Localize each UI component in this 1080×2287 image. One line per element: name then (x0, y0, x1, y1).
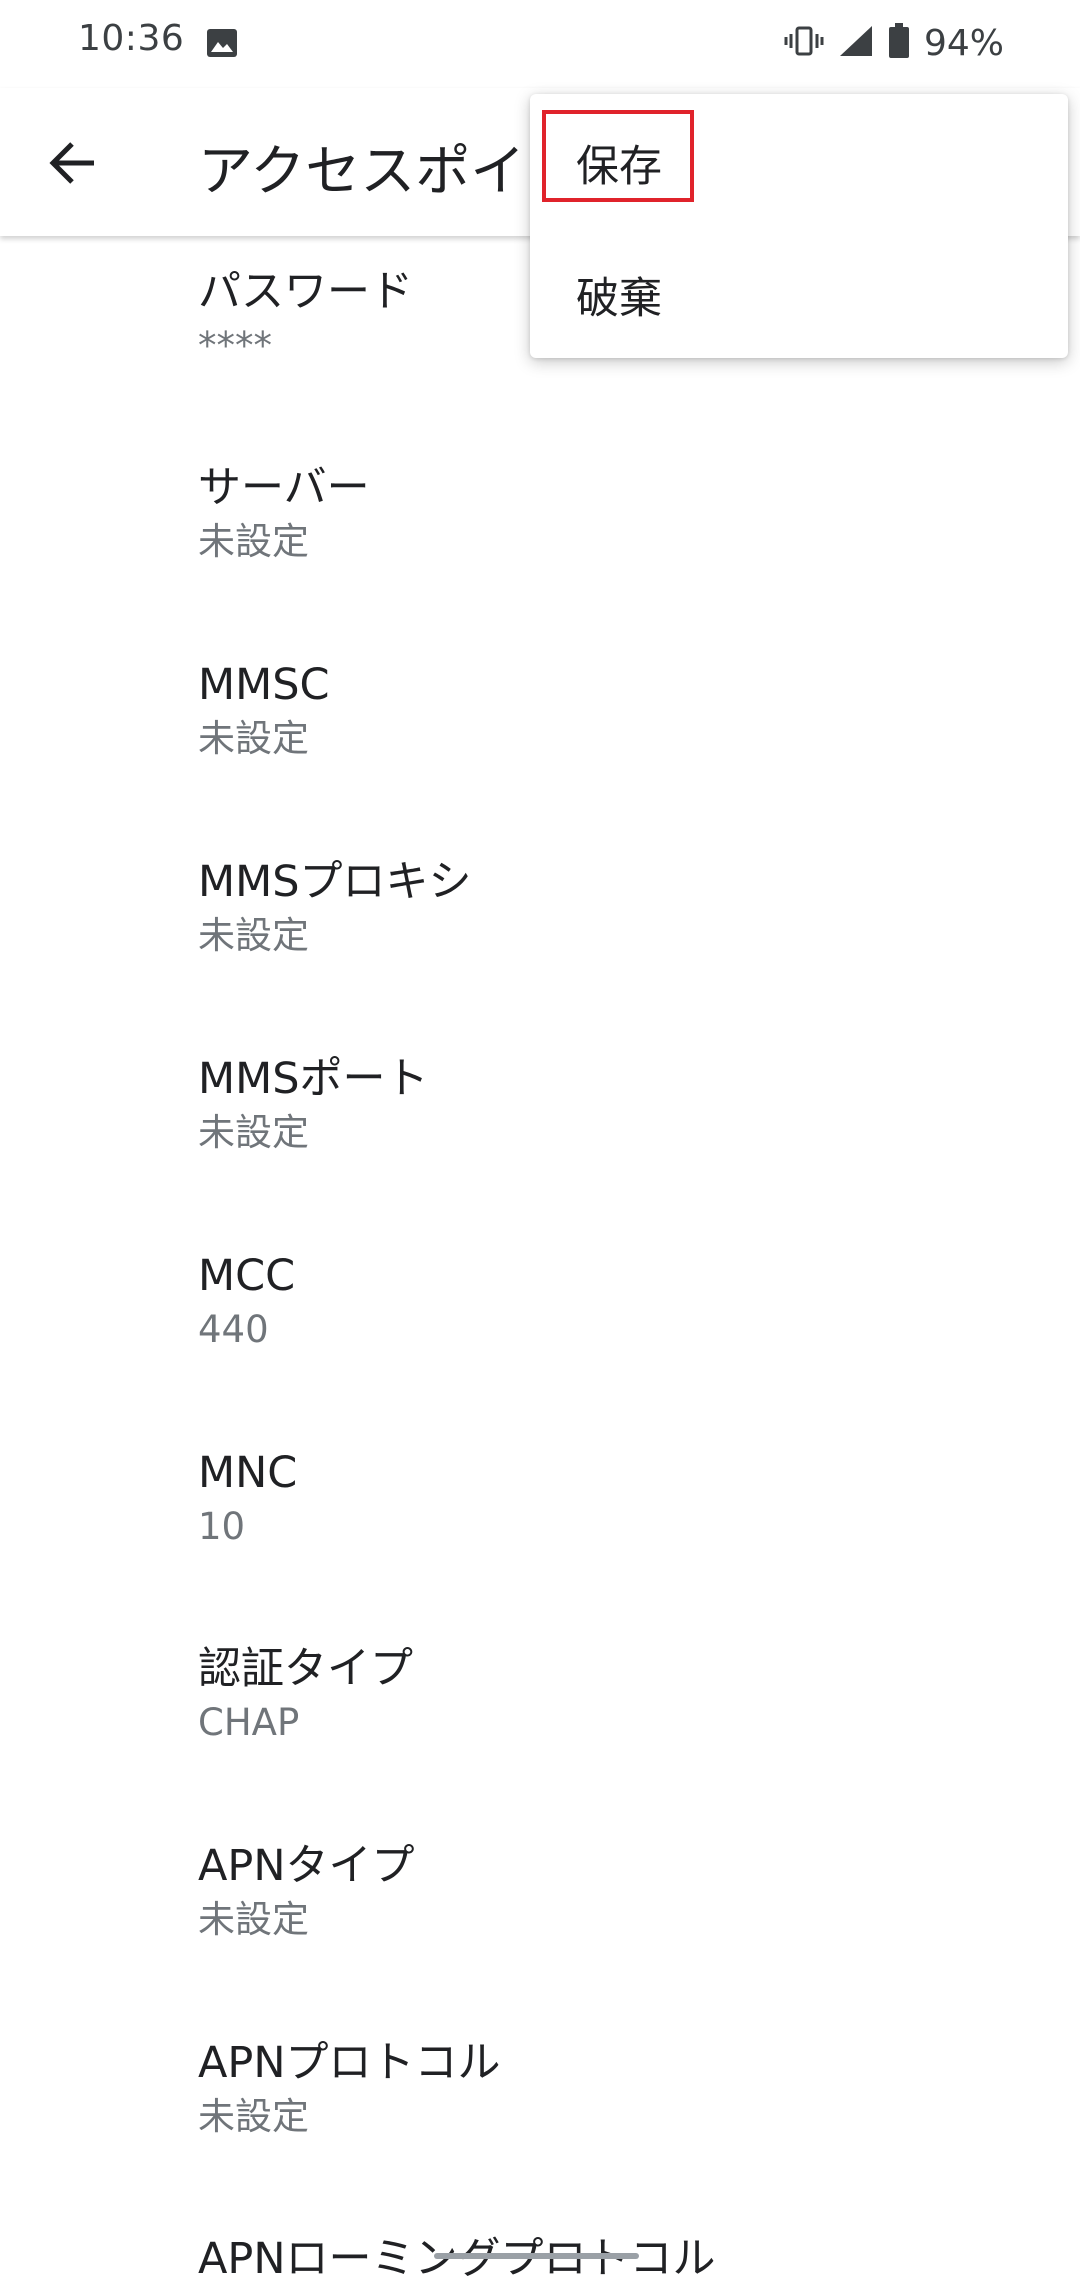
status-icons: 94% (784, 18, 1004, 68)
setting-mnc[interactable]: MNC 10 (198, 1445, 1058, 1551)
setting-apn-type[interactable]: APNタイプ 未設定 (198, 1838, 1058, 1944)
page-title: アクセスポイ (198, 139, 526, 203)
setting-title: MMSポート (198, 1054, 429, 1104)
cellular-signal-icon (838, 24, 874, 62)
menu-item-label: 保存 (576, 142, 662, 192)
setting-summary: 未設定 (198, 1111, 309, 1154)
setting-title: APNローミングプロトコル (198, 2234, 716, 2284)
setting-apn-roaming-protocol[interactable]: APNローミングプロトコル (198, 2231, 1058, 2287)
vibrate-icon (784, 25, 824, 61)
setting-auth-type[interactable]: 認証タイプ CHAP (198, 1641, 1058, 1747)
setting-mms-proxy[interactable]: MMSプロキシ 未設定 (198, 854, 1058, 960)
gallery-icon (206, 28, 238, 58)
setting-mmsc[interactable]: MMSC 未設定 (198, 657, 1058, 763)
setting-summary: 未設定 (198, 520, 309, 563)
overflow-menu: 保存 破棄 (530, 94, 1068, 358)
setting-title: サーバー (198, 463, 370, 513)
setting-title: 認証タイプ (198, 1644, 413, 1694)
scroll-artifact (434, 2253, 639, 2259)
setting-summary: 未設定 (198, 717, 309, 760)
setting-apn-protocol[interactable]: APNプロトコル 未設定 (198, 2035, 1058, 2141)
setting-title: MMSC (198, 660, 330, 710)
battery-icon (888, 23, 910, 63)
setting-mcc[interactable]: MCC 440 (198, 1248, 1058, 1354)
setting-server[interactable]: サーバー 未設定 (198, 460, 1058, 566)
back-button[interactable] (38, 130, 108, 200)
setting-summary: 10 (198, 1505, 246, 1548)
setting-title: MCC (198, 1251, 296, 1301)
setting-summary: 未設定 (198, 1898, 309, 1941)
status-bar: 10:36 94% (0, 0, 1080, 88)
arrow-back-icon (48, 141, 98, 189)
setting-summary: 440 (198, 1308, 269, 1351)
setting-title: APNタイプ (198, 1841, 415, 1891)
menu-item-discard[interactable]: 破棄 (530, 226, 1068, 358)
setting-summary: 未設定 (198, 2095, 309, 2138)
menu-item-label: 破棄 (576, 274, 662, 324)
setting-title: MMSプロキシ (198, 857, 472, 907)
status-time: 10:36 (78, 18, 185, 59)
battery-percent: 94% (923, 22, 1004, 64)
menu-item-save[interactable]: 保存 (530, 94, 1068, 226)
setting-title: APNプロトコル (198, 2038, 501, 2088)
setting-summary: CHAP (198, 1701, 300, 1744)
setting-summary: 未設定 (198, 914, 309, 957)
setting-title: MNC (198, 1448, 298, 1498)
setting-mms-port[interactable]: MMSポート 未設定 (198, 1051, 1058, 1157)
